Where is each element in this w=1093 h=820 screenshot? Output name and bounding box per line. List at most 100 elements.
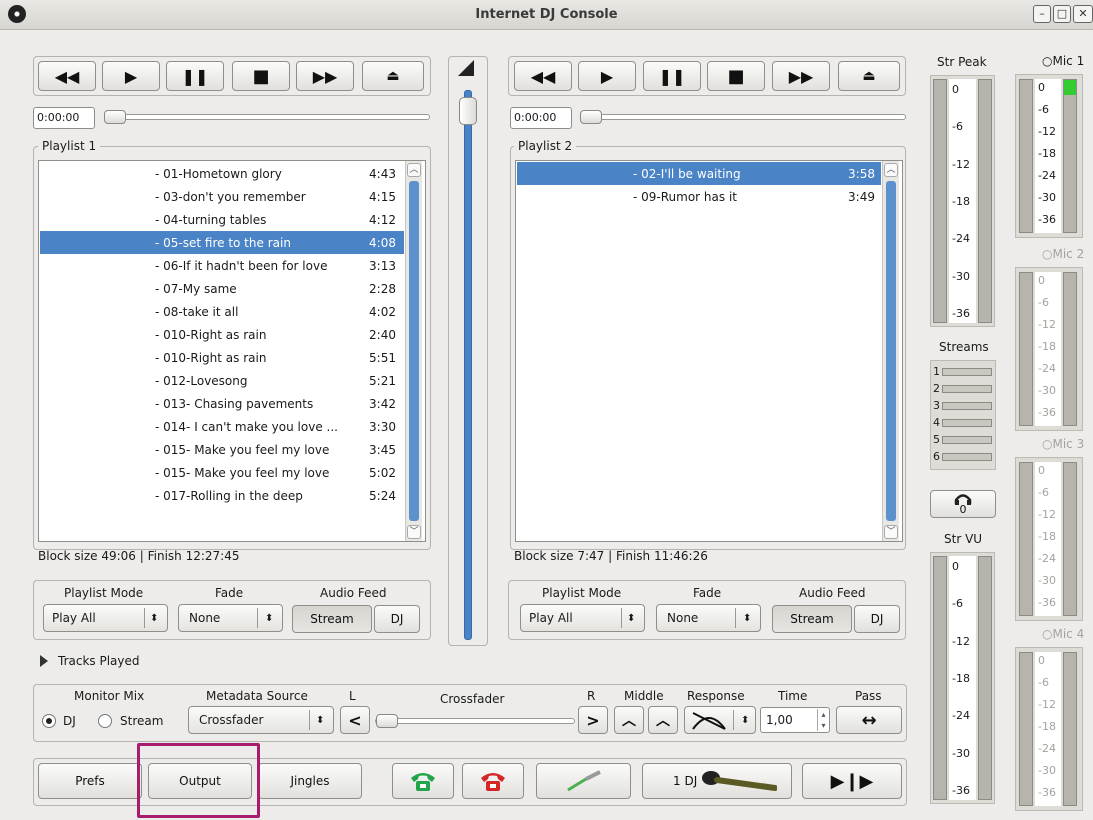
- jingles-button[interactable]: Jingles: [258, 763, 362, 799]
- playlist-row[interactable]: - 02-I'll be waiting 3:58: [517, 162, 881, 185]
- playlist-row[interactable]: - 012-Lovesong 5:21: [40, 369, 404, 392]
- player2-dj-button[interactable]: DJ: [854, 605, 900, 633]
- middle-button-a[interactable]: ︿: [614, 706, 644, 734]
- time-spinbox[interactable]: 1,00 ▴ ▾: [760, 707, 830, 733]
- updown-icon: ⬍: [265, 612, 274, 624]
- player2-stop-button[interactable]: ■: [707, 61, 765, 91]
- player1-eject-button[interactable]: ⏏: [362, 61, 424, 91]
- playlist1-scrollbar[interactable]: ︿ ﹀: [405, 161, 422, 541]
- crossfader-right-button[interactable]: >: [578, 706, 608, 734]
- playlist-row[interactable]: - 04-turning tables 4:12: [40, 208, 404, 231]
- minimize-icon[interactable]: –: [1033, 5, 1051, 23]
- close-icon[interactable]: ✕: [1073, 5, 1093, 23]
- player1-seek-knob[interactable]: [104, 110, 126, 124]
- player2-pause-button[interactable]: ❚❚: [643, 61, 701, 91]
- crossfader-knob[interactable]: [376, 714, 398, 728]
- playlist-row[interactable]: - 09-Rumor has it 3:49: [517, 185, 881, 208]
- player2-eject-button[interactable]: ⏏: [838, 61, 900, 91]
- scroll-down-icon[interactable]: ﹀: [884, 525, 898, 539]
- playlist1-block-info: Block size 49:06 | Finish 12:27:45: [38, 549, 240, 563]
- player2-seek-knob[interactable]: [580, 110, 602, 124]
- player1-forward-button[interactable]: ▶▶: [296, 61, 354, 91]
- playlist-row[interactable]: - 010-Right as rain 5:51: [40, 346, 404, 369]
- spin-arrows-icon[interactable]: ▴ ▾: [817, 709, 829, 731]
- player2-seek-track[interactable]: [580, 114, 906, 120]
- playlist-row[interactable]: - 08-take it all 4:02: [40, 300, 404, 323]
- mic-meter: 0 -6 -12 -18 -24 -30 -36: [1015, 74, 1083, 238]
- time-label: Time: [778, 689, 808, 703]
- stream-status-bar[interactable]: [942, 436, 992, 444]
- metadata-source-select[interactable]: Crossfader ⬍: [188, 706, 334, 734]
- expand-arrow-icon[interactable]: [40, 655, 48, 667]
- player1-seek-track[interactable]: [104, 114, 430, 120]
- playlist-row[interactable]: - 05-set fire to the rain 4:08: [40, 231, 404, 254]
- player2-mode-select[interactable]: Play All ⬍: [520, 604, 645, 632]
- playlist-row[interactable]: - 017-Rolling in the deep 5:24: [40, 484, 404, 507]
- player2-forward-button[interactable]: ▶▶: [772, 61, 830, 91]
- player1-dj-button[interactable]: DJ: [374, 605, 420, 633]
- player2-play-button[interactable]: ▶: [578, 61, 636, 91]
- mic-label[interactable]: ○Mic 1: [1042, 54, 1084, 68]
- playlist-row[interactable]: - 03-don't you remember 4:15: [40, 185, 404, 208]
- crossfader-track[interactable]: [375, 718, 575, 724]
- meter-scale-tick: -36: [1038, 786, 1056, 799]
- player1-pause-button[interactable]: ❚❚: [166, 61, 224, 91]
- stream-status-bar[interactable]: [942, 453, 992, 461]
- playlist-row[interactable]: - 013- Chasing pavements 3:42: [40, 392, 404, 415]
- stream-status-bar[interactable]: [942, 419, 992, 427]
- playlist-row[interactable]: - 07-My same 2:28: [40, 277, 404, 300]
- player1-stop-button[interactable]: ■: [232, 61, 290, 91]
- stream-status-bar[interactable]: [942, 402, 992, 410]
- maximize-icon[interactable]: □: [1053, 5, 1071, 23]
- player1-rewind-button[interactable]: ◀◀: [38, 61, 96, 91]
- track-name: - 08-take it all: [155, 304, 239, 319]
- track-duration: 3:58: [848, 166, 875, 181]
- playlist2-block-info: Block size 7:47 | Finish 11:46:26: [514, 549, 708, 563]
- monitor-dj-radio[interactable]: [42, 714, 56, 728]
- middle-button-b[interactable]: ︿: [648, 706, 678, 734]
- playlist-row[interactable]: - 010-Right as rain 2:40: [40, 323, 404, 346]
- pass-button[interactable]: ↔: [836, 706, 902, 734]
- playlist-row[interactable]: - 014- I can't make you love ... 3:30: [40, 415, 404, 438]
- scroll-down-icon[interactable]: ﹀: [407, 525, 421, 539]
- player2-stream-button[interactable]: Stream: [772, 605, 852, 633]
- player1-play-button[interactable]: ▶: [102, 61, 160, 91]
- scroll-thumb[interactable]: [886, 181, 896, 521]
- scroll-up-icon[interactable]: ︿: [407, 163, 421, 177]
- playlist2-list[interactable]: - 02-I'll be waiting 3:58 - 09-Rumor has i…: [515, 160, 903, 542]
- player2-fade-value: None: [667, 611, 699, 625]
- player1-fade-select[interactable]: None ⬍: [178, 604, 283, 632]
- playlist-row[interactable]: - 06-If it hadn't been for love 3:13: [40, 254, 404, 277]
- response-select[interactable]: ⬍: [684, 706, 756, 734]
- player1-mode-select[interactable]: Play All ⬍: [43, 604, 168, 632]
- mic-label[interactable]: ○Mic 4: [1042, 627, 1084, 641]
- playlist1-list[interactable]: - 01-Hometown glory 4:43 - 03-don't you re…: [38, 160, 426, 542]
- volume-knob[interactable]: [459, 97, 477, 125]
- meter-scale-tick: -36: [1038, 406, 1056, 419]
- phone-red-button[interactable]: [462, 763, 524, 799]
- volume-track[interactable]: [464, 90, 472, 640]
- scroll-up-icon[interactable]: ︿: [884, 163, 898, 177]
- tracks-played-expander[interactable]: Tracks Played: [58, 654, 140, 668]
- prefs-button[interactable]: Prefs: [38, 763, 142, 799]
- playlist-row[interactable]: - 015- Make you feel my love 5:02: [40, 461, 404, 484]
- play-next-button[interactable]: ▶❙▶: [802, 763, 902, 799]
- phone-green-button[interactable]: [392, 763, 454, 799]
- listeners-button[interactable]: 0: [930, 490, 996, 518]
- playlist-row[interactable]: - 015- Make you feel my love 3:45: [40, 438, 404, 461]
- player1-stream-button[interactable]: Stream: [292, 605, 372, 633]
- aux-input-button[interactable]: [536, 763, 631, 799]
- playlist-row[interactable]: - 01-Hometown glory 4:43: [40, 162, 404, 185]
- dj-microphone-button[interactable]: 1 DJ: [642, 763, 792, 799]
- mic-label[interactable]: ○Mic 3: [1042, 437, 1084, 451]
- scroll-thumb[interactable]: [409, 181, 419, 521]
- stream-number: 3: [933, 399, 940, 412]
- mic-label[interactable]: ○Mic 2: [1042, 247, 1084, 261]
- crossfader-left-button[interactable]: <: [340, 706, 370, 734]
- monitor-stream-radio[interactable]: [98, 714, 112, 728]
- stream-status-bar[interactable]: [942, 385, 992, 393]
- stream-status-bar[interactable]: [942, 368, 992, 376]
- playlist2-scrollbar[interactable]: ︿ ﹀: [882, 161, 899, 541]
- player2-fade-select[interactable]: None ⬍: [656, 604, 761, 632]
- player2-rewind-button[interactable]: ◀◀: [514, 61, 572, 91]
